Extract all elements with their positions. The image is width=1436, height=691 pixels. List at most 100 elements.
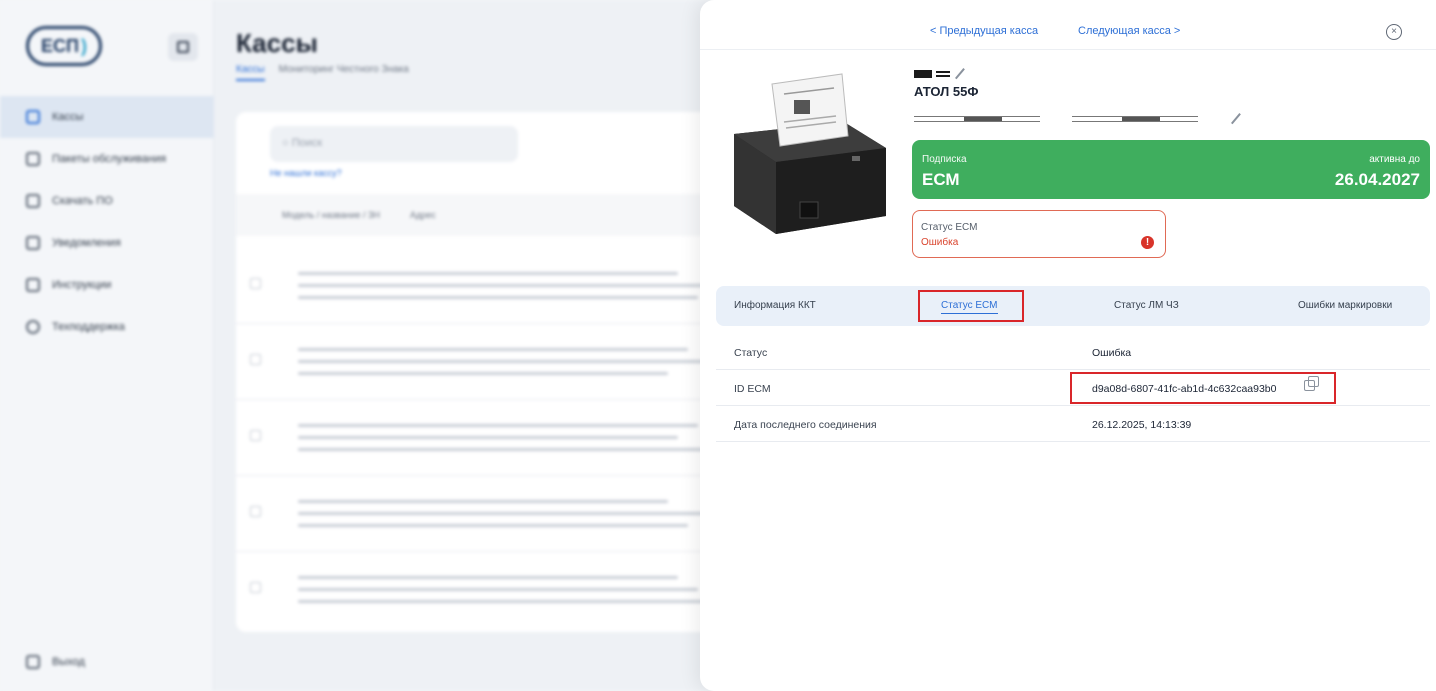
esm-info-table: Статус Ошибка ID ЕСМ d9a08d-6807-41fc-ab… xyxy=(716,334,1430,442)
table-row[interactable] xyxy=(236,476,736,552)
logout-icon xyxy=(26,655,40,669)
row-checkbox[interactable] xyxy=(250,506,261,517)
error-icon: ! xyxy=(1141,236,1154,249)
not-found-link[interactable]: Не нашли кассу? xyxy=(270,168,342,178)
info-row-esm-id: ID ЕСМ d9a08d-6807-41fc-ab1d-4c632caa93b… xyxy=(716,370,1430,406)
previous-register-link[interactable]: < Предыдущая касса xyxy=(930,25,1038,37)
close-icon[interactable]: × xyxy=(1386,24,1402,40)
cash-register-icon xyxy=(26,110,40,124)
info-row-status: Статус Ошибка xyxy=(716,334,1430,370)
logout-button[interactable]: Выход xyxy=(26,655,85,669)
sidebar-nav: Кассы Пакеты обслуживания Скачать ПО Уве… xyxy=(0,96,214,348)
sidebar-item-notifications[interactable]: Уведомления xyxy=(0,222,214,264)
logo-text: ЕСП xyxy=(41,35,79,56)
blurred-text xyxy=(298,424,698,427)
registers-card: ○ Поиск Не нашли кассу? Модель / названи… xyxy=(236,112,736,632)
column-model[interactable]: Модель / название / ЗН xyxy=(282,210,380,220)
search-placeholder: Поиск xyxy=(291,137,323,149)
blurred-text xyxy=(298,524,688,527)
blurred-text xyxy=(298,576,678,579)
register-model: АТОЛ 55Ф xyxy=(914,84,979,99)
logo-arc-icon: ) xyxy=(80,35,87,56)
tab-lm-cz-status[interactable]: Статус ЛМ ЧЗ xyxy=(1114,300,1179,311)
sidebar-item-download-software[interactable]: Скачать ПО xyxy=(0,180,214,222)
info-key: ID ЕСМ xyxy=(734,383,771,395)
tab-kkt-info[interactable]: Информация ККТ xyxy=(734,300,816,311)
esm-id-value: d9a08d-6807-41fc-ab1d-4c632caa93b0 xyxy=(1092,383,1277,395)
blurred-text xyxy=(298,436,678,439)
sidebar-item-label: Скачать ПО xyxy=(52,195,113,207)
row-checkbox[interactable] xyxy=(250,582,261,593)
blurred-text xyxy=(298,284,718,287)
collapse-sidebar-button[interactable] xyxy=(168,33,198,61)
blurred-text xyxy=(298,448,708,451)
main-content: Кассы Кассы Мониторинг Честного Знака ○ … xyxy=(214,0,736,691)
column-address[interactable]: Адрес xyxy=(410,210,436,220)
blurred-text xyxy=(298,372,668,375)
subscription-card: Подписка ЕСМ активна до 26.04.2027 xyxy=(912,140,1430,199)
sidebar-item-kassy[interactable]: Кассы xyxy=(0,96,214,138)
tab-kassy[interactable]: Кассы xyxy=(236,64,265,81)
subscription-until-label: активна до xyxy=(1369,154,1420,165)
redacted-serial xyxy=(1072,116,1198,122)
row-checkbox[interactable] xyxy=(250,278,261,289)
redacted-block xyxy=(914,70,932,78)
subscription-name: ЕСМ xyxy=(922,170,960,189)
page-title: Кассы xyxy=(236,28,318,58)
masked-register-name xyxy=(914,68,966,80)
esm-status-label: Статус ЕСМ xyxy=(921,222,978,233)
sidebar-item-service-packages[interactable]: Пакеты обслуживания xyxy=(0,138,214,180)
sidebar-item-label: Пакеты обслуживания xyxy=(52,153,167,165)
search-input[interactable]: ○ Поиск xyxy=(270,126,518,162)
background-app: ЕСП) Кассы Пакеты обслуживания Скачать П… xyxy=(0,0,736,691)
edit-serial-icon[interactable] xyxy=(1230,113,1242,125)
bell-icon xyxy=(26,236,40,250)
document-icon xyxy=(26,278,40,292)
sidebar-item-label: Уведомления xyxy=(52,237,121,249)
subscription-until-date: 26.04.2027 xyxy=(1334,170,1420,189)
esm-status-value: Ошибка xyxy=(921,237,959,248)
table-row[interactable] xyxy=(236,400,736,476)
blurred-text xyxy=(298,512,718,515)
row-checkbox[interactable] xyxy=(250,354,261,365)
printer-image xyxy=(734,73,886,234)
redacted-block xyxy=(936,71,950,77)
logout-label: Выход xyxy=(52,656,85,668)
blurred-text xyxy=(298,272,678,275)
table-row[interactable] xyxy=(236,324,736,400)
blurred-text xyxy=(298,600,708,603)
esp-logo[interactable]: ЕСП) xyxy=(26,26,102,66)
sidebar-item-label: Кассы xyxy=(52,111,84,123)
tab-esm-status[interactable]: Статус ЕСМ xyxy=(941,300,998,314)
sidebar-item-support[interactable]: Техподдержка xyxy=(0,306,214,348)
info-value: 26.12.2025, 14:13:39 xyxy=(1092,419,1192,431)
package-icon xyxy=(26,152,40,166)
blurred-text xyxy=(298,500,668,503)
blurred-text xyxy=(298,296,698,299)
table-header: Модель / название / ЗН Адрес xyxy=(236,194,736,236)
panel-topnav: < Предыдущая касса Следующая касса > × xyxy=(700,0,1436,50)
search-icon: ○ xyxy=(282,137,292,149)
detail-tabs: Информация ККТ Статус ЕСМ Статус ЛМ ЧЗ О… xyxy=(716,286,1430,326)
register-detail-panel: < Предыдущая касса Следующая касса > × А… xyxy=(700,0,1436,691)
info-row-last-connection: Дата последнего соединения 26.12.2025, 1… xyxy=(716,406,1430,442)
sidebar-item-label: Инструкции xyxy=(52,279,112,291)
sidebar: ЕСП) Кассы Пакеты обслуживания Скачать П… xyxy=(0,0,214,691)
blurred-text xyxy=(298,588,698,591)
table-row[interactable] xyxy=(236,248,736,324)
row-checkbox[interactable] xyxy=(250,430,261,441)
main-tabs: Кассы Мониторинг Честного Знака xyxy=(236,64,409,81)
next-register-link[interactable]: Следующая касса > xyxy=(1078,25,1180,37)
panel-icon xyxy=(177,41,189,53)
copy-icon[interactable] xyxy=(1304,376,1319,391)
edit-name-icon[interactable] xyxy=(954,68,966,80)
tab-marking-errors[interactable]: Ошибки маркировки xyxy=(1298,300,1392,311)
blurred-text xyxy=(298,360,708,363)
subscription-label: Подписка xyxy=(922,154,967,165)
masked-serial-numbers xyxy=(914,113,1242,125)
table-row[interactable] xyxy=(236,552,736,628)
sidebar-item-instructions[interactable]: Инструкции xyxy=(0,264,214,306)
tab-monitoring[interactable]: Мониторинг Честного Знака xyxy=(279,64,409,81)
info-key: Дата последнего соединения xyxy=(734,419,877,431)
blurred-text xyxy=(298,348,688,351)
